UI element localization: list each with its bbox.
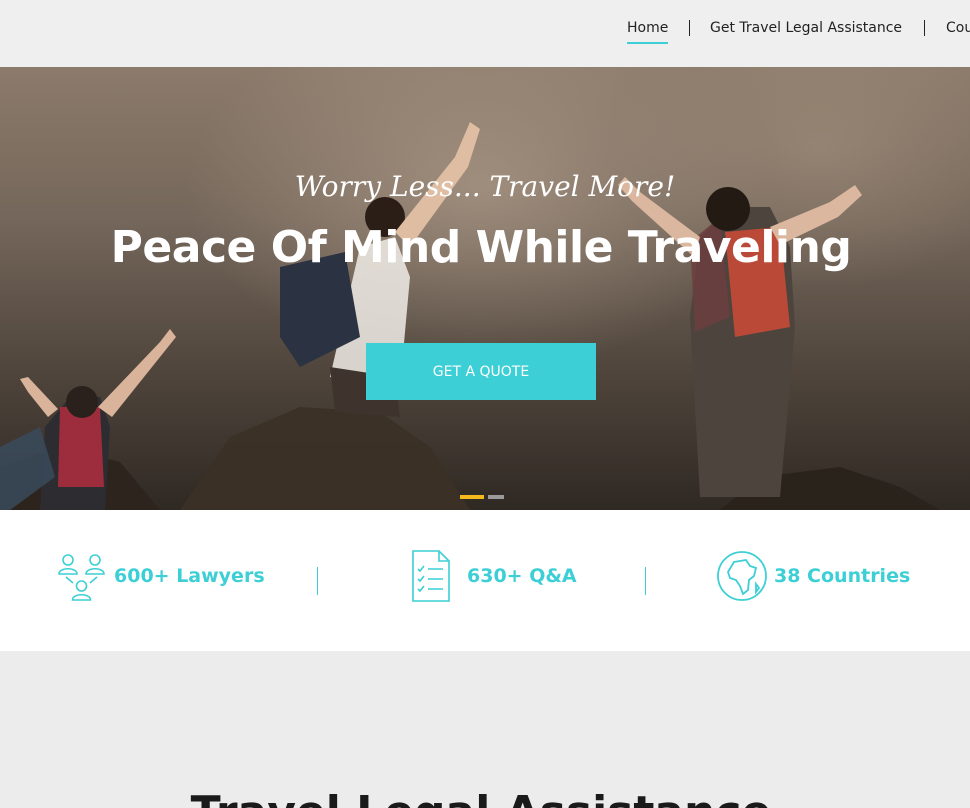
nav-countries-link[interactable]: Cou (946, 20, 970, 36)
hero-tagline: Worry Less... Travel More! (294, 170, 676, 203)
stat-countries-label: 38 Countries (774, 565, 911, 587)
lawyers-icon (58, 554, 105, 601)
hero-title: Peace Of Mind While Traveling (110, 222, 852, 273)
get-a-quote-button[interactable]: GET A QUOTE (366, 343, 596, 400)
nav-home-label: Home (627, 20, 669, 36)
hero-slider: Worry Less... Travel More! Peace Of Mind… (0, 67, 970, 510)
site-header: Home Get Travel Legal Assistance Cou (0, 0, 970, 67)
stat-countries: 38 Countries (716, 550, 910, 602)
stat-qa: 630+ Q&A (409, 550, 577, 602)
nav-divider (689, 20, 690, 36)
nav-home-link[interactable]: Home (627, 20, 669, 44)
stats-divider (317, 567, 318, 595)
stats-divider (645, 567, 646, 595)
active-nav-underline (627, 42, 669, 44)
hero-background-image (0, 122, 940, 510)
main-nav: Home Get Travel Legal Assistance Cou (0, 0, 970, 67)
travel-legal-assistance-section: Travel Legal Assistance (0, 651, 970, 808)
section-title: Travel Legal Assistance (0, 787, 962, 808)
stat-qa-label: 630+ Q&A (467, 565, 577, 587)
stats-bar: 600+ Lawyers 630+ Q&A 38 Countries (0, 510, 970, 651)
checklist-document-icon (412, 550, 450, 602)
nav-divider (924, 20, 925, 36)
stat-lawyers-label: 600+ Lawyers (114, 565, 265, 587)
globe-icon (717, 551, 767, 601)
nav-travel-legal-assistance-link[interactable]: Get Travel Legal Assistance (710, 20, 902, 36)
slider-dot-active[interactable] (460, 495, 484, 499)
stat-lawyers: 600+ Lawyers (56, 550, 265, 602)
slider-dot[interactable] (488, 495, 504, 499)
